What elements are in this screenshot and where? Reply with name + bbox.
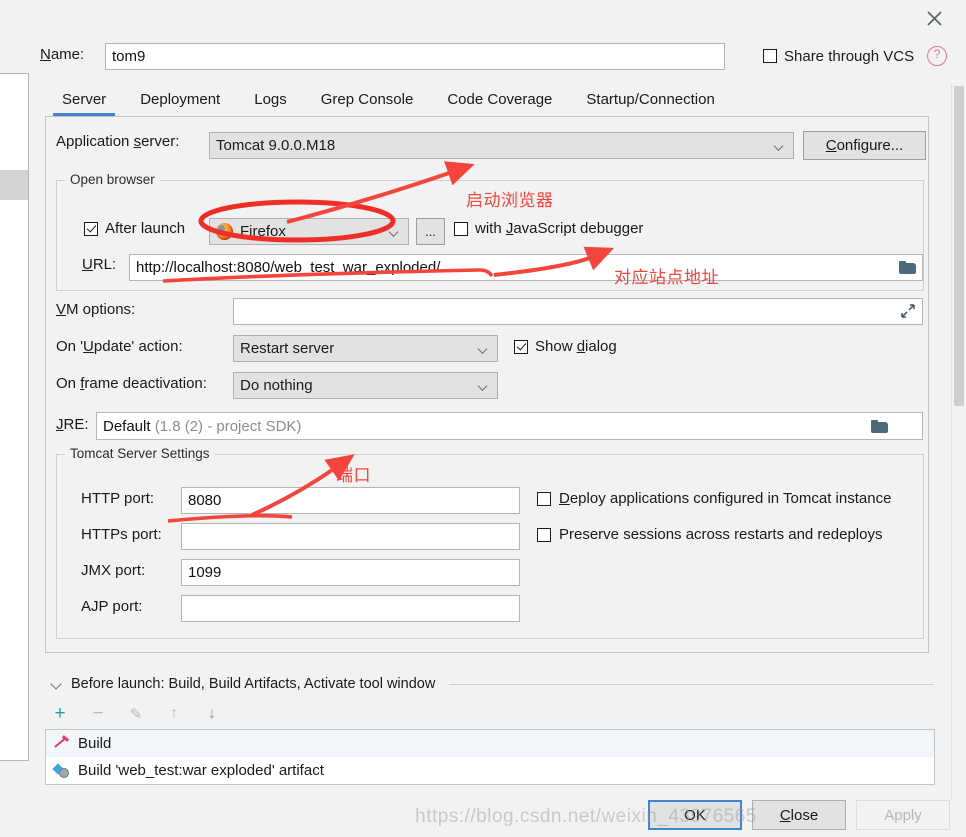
tab-deployment[interactable]: Deployment	[123, 87, 237, 116]
artifact-icon	[54, 763, 70, 779]
firefox-icon	[216, 223, 233, 240]
js-debugger-checkbox[interactable]	[454, 221, 468, 236]
list-item[interactable]: Build	[46, 730, 934, 757]
on-frame-deactivation-combo[interactable]: Do nothing	[233, 372, 498, 399]
chevron-down-icon[interactable]	[904, 420, 916, 432]
move-up-button: ↑	[170, 705, 178, 722]
http-port-label: HTTP port:	[81, 490, 155, 507]
server-tab-content: Application server: Tomcat 9.0.0.M18 Con…	[45, 116, 929, 653]
share-through-vcs-option[interactable]: Share through VCS ?	[763, 46, 948, 66]
browser-combo[interactable]: Firefox	[209, 218, 409, 245]
open-browser-group-title: Open browser	[65, 172, 160, 187]
deploy-apps-label: Deploy applications configured in Tomcat…	[559, 490, 892, 507]
application-server-label: Application server:	[56, 133, 180, 150]
vm-options-input[interactable]	[233, 298, 923, 325]
on-update-action-combo[interactable]: Restart server	[233, 335, 498, 362]
tab-startup-connection[interactable]: Startup/Connection	[569, 87, 731, 116]
browser-value: Firefox	[240, 223, 286, 240]
show-dialog-label: Show dialog	[535, 338, 617, 355]
deploy-apps-checkbox[interactable]	[537, 491, 551, 506]
list-item-label: Build 'web_test:war exploded' artifact	[78, 762, 324, 779]
tab-server[interactable]: Server	[45, 87, 123, 116]
dialog-root: Name: Share through VCS ? Server Deploym…	[0, 0, 966, 837]
remove-button: −	[92, 703, 104, 724]
tab-code-coverage[interactable]: Code Coverage	[430, 87, 569, 116]
preserve-sessions-option[interactable]: Preserve sessions across restarts and re…	[537, 526, 882, 543]
jre-hint: (1.8 (2) - project SDK)	[154, 417, 302, 435]
left-config-list-panel[interactable]	[0, 73, 29, 761]
application-server-combo[interactable]: Tomcat 9.0.0.M18	[209, 132, 794, 159]
edit-button: ✎	[129, 706, 143, 723]
hammer-icon	[54, 736, 70, 752]
jmx-port-label: JMX port:	[81, 562, 146, 579]
configure-button[interactable]: Configure...	[803, 131, 926, 160]
show-dialog-option[interactable]: Show dialog	[514, 338, 617, 355]
chevron-down-icon[interactable]	[50, 678, 63, 691]
jre-label: JRE:	[56, 416, 89, 433]
folder-icon[interactable]	[871, 419, 888, 433]
chevron-down-icon	[775, 141, 784, 150]
jre-input[interactable]: Default (1.8 (2) - project SDK)	[96, 412, 923, 440]
left-config-selected-item[interactable]	[0, 170, 28, 200]
ajp-port-input[interactable]	[181, 595, 520, 622]
http-port-input[interactable]: 8080	[181, 487, 520, 514]
before-launch-title: Before launch: Build, Build Artifacts, A…	[71, 676, 436, 692]
name-label: Name:	[40, 46, 85, 63]
before-launch-divider	[449, 683, 934, 685]
chevron-down-icon	[479, 344, 488, 353]
vm-options-label: VM options:	[56, 301, 136, 318]
before-launch-toolbar[interactable]: + − ✎ ↑ ↓	[50, 703, 222, 724]
add-button[interactable]: +	[50, 703, 70, 724]
close-button[interactable]: Close	[752, 800, 846, 830]
jre-value: Default	[103, 417, 151, 435]
js-debugger-option[interactable]: with JavaScript debugger	[454, 220, 643, 237]
tab-bar[interactable]: Server Deployment Logs Grep Console Code…	[45, 85, 945, 116]
jmx-port-value: 1099	[188, 564, 222, 581]
list-item-label: Build	[78, 735, 112, 752]
chevron-down-icon	[479, 381, 488, 390]
expand-icon[interactable]	[901, 304, 916, 319]
show-dialog-checkbox[interactable]	[514, 339, 528, 354]
name-input[interactable]	[105, 43, 725, 70]
close-icon[interactable]	[919, 4, 949, 32]
https-port-input[interactable]	[181, 523, 520, 550]
folder-icon[interactable]	[899, 261, 916, 274]
deploy-apps-option[interactable]: Deploy applications configured in Tomcat…	[537, 490, 891, 507]
tomcat-server-settings-title: Tomcat Server Settings	[65, 446, 215, 461]
after-launch-option[interactable]: After launch	[84, 220, 185, 237]
list-item[interactable]: Build 'web_test:war exploded' artifact	[46, 757, 934, 784]
application-server-value: Tomcat 9.0.0.M18	[216, 137, 336, 154]
move-down-button[interactable]: ↓	[202, 704, 222, 724]
on-frame-deactivation-value: Do nothing	[240, 377, 313, 394]
share-through-vcs-label: Share through VCS	[784, 47, 915, 65]
http-port-value: 8080	[188, 492, 222, 509]
ok-button[interactable]: OK	[648, 800, 742, 830]
js-debugger-label: with JavaScript debugger	[475, 220, 644, 237]
on-frame-deactivation-label: On frame deactivation:	[56, 375, 207, 392]
before-launch-header[interactable]: Before launch: Build, Build Artifacts, A…	[50, 676, 934, 692]
preserve-sessions-label: Preserve sessions across restarts and re…	[559, 526, 883, 543]
after-launch-checkbox[interactable]	[84, 221, 98, 236]
on-update-action-value: Restart server	[240, 340, 335, 357]
tab-grep-console[interactable]: Grep Console	[304, 87, 431, 116]
ajp-port-label: AJP port:	[81, 598, 143, 615]
url-input[interactable]: http://localhost:8080/web_test_war_explo…	[129, 254, 923, 281]
url-label: URL:	[82, 256, 117, 273]
apply-button: Apply	[856, 800, 950, 830]
dialog-footer: OK Close Apply	[0, 800, 966, 837]
after-launch-label: After launch	[105, 220, 186, 237]
help-icon[interactable]: ?	[927, 46, 948, 66]
chevron-down-icon	[390, 227, 399, 236]
tab-logs[interactable]: Logs	[237, 87, 304, 116]
jmx-port-input[interactable]: 1099	[181, 559, 520, 586]
share-through-vcs-checkbox[interactable]	[763, 49, 777, 63]
https-port-label: HTTPs port:	[81, 526, 162, 543]
vertical-scrollbar-thumb[interactable]	[954, 86, 964, 406]
browse-browser-button[interactable]: ...	[416, 218, 445, 245]
before-launch-list[interactable]: Build Build 'web_test:war exploded' arti…	[45, 729, 935, 785]
on-update-action-label: On 'Update' action:	[56, 338, 183, 355]
url-value: http://localhost:8080/web_test_war_explo…	[136, 259, 441, 276]
preserve-sessions-checkbox[interactable]	[537, 527, 551, 542]
